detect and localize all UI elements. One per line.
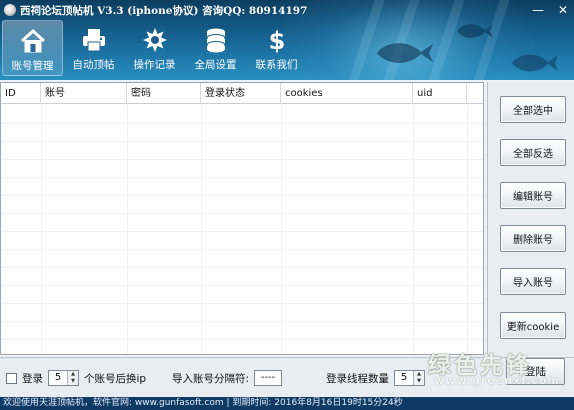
stepper-up-icon[interactable]: ▲ (68, 371, 78, 378)
grid-line (1, 195, 483, 196)
grid-line (467, 105, 468, 354)
account-table[interactable]: ID 账号 密码 登录状态 cookies uid (0, 82, 484, 355)
login-thread-option: 登录线程数量 5 ▲ ▼ (326, 370, 430, 386)
accounts-per-ip-value[interactable]: 5 (49, 371, 67, 385)
window-controls: — ✕ (532, 3, 568, 17)
invert-select-button[interactable]: 全部反选 (500, 139, 566, 166)
toolbar-label: 账号管理 (11, 60, 54, 72)
import-separator-field[interactable]: ---- (254, 370, 283, 386)
grid-line (1, 285, 483, 286)
window-title-bar: 西祠论坛顶帖机 V3.3 (iphone协议) 咨询QQ: 80914197 (4, 2, 307, 18)
printer-icon (79, 26, 109, 54)
login-switch-ip-option: 登录 5 ▲ ▼ 个账号后换ip (6, 370, 146, 386)
delete-account-button[interactable]: 删除账号 (500, 225, 566, 252)
grid-line (1, 321, 483, 322)
grid-line (127, 105, 128, 354)
column-header-password[interactable]: 密码 (127, 83, 201, 104)
column-header-cookies[interactable]: cookies (281, 83, 413, 104)
grid-line (41, 105, 42, 354)
stepper-down-icon[interactable]: ▼ (68, 378, 78, 385)
toolbar-account-manage-button[interactable]: 账号管理 (2, 20, 63, 76)
toolbar-label: 联系我们 (255, 59, 298, 71)
fish-decoration-icon (457, 24, 493, 38)
fish-decoration-icon (512, 54, 558, 72)
main-toolbar: 账号管理 自动顶帖 操作记录 全局设置 $ 联系我们 (2, 20, 307, 76)
grid-line (1, 213, 483, 214)
import-account-button[interactable]: 导入账号 (500, 268, 566, 295)
accounts-per-ip-stepper[interactable]: 5 ▲ ▼ (48, 370, 79, 386)
grid-line (1, 339, 483, 340)
grid-line (201, 105, 202, 354)
grid-line (1, 141, 483, 142)
switch-ip-label: 个账号后换ip (84, 372, 147, 385)
login-thread-stepper[interactable]: 5 ▲ ▼ (394, 370, 425, 386)
column-header-account[interactable]: 账号 (41, 83, 127, 104)
grid-line (1, 267, 483, 268)
table-body (1, 105, 483, 354)
toolbar-label: 自动顶帖 (72, 59, 115, 71)
app-logo-icon (4, 4, 16, 16)
import-separator-option: 导入账号分隔符: ---- (172, 370, 283, 386)
action-panel: 全部选中 全部反选 编辑账号 删除账号 导入账号 更新cookie (487, 82, 574, 355)
grid-line (1, 177, 483, 178)
login-thread-value[interactable]: 5 (395, 371, 413, 385)
grid-line (1, 231, 483, 232)
window-title: 西祠论坛顶帖机 V3.3 (iphone协议) 咨询QQ: 80914197 (20, 4, 308, 17)
update-cookie-button[interactable]: 更新cookie (500, 312, 566, 339)
stepper-arrows: ▲ ▼ (67, 371, 78, 385)
stepper-down-icon[interactable]: ▼ (414, 378, 424, 385)
dollar-icon: $ (262, 26, 292, 54)
grid-line (1, 159, 483, 160)
gear-burst-icon (140, 26, 170, 54)
header-banner: 西祠论坛顶帖机 V3.3 (iphone协议) 咨询QQ: 80914197 —… (0, 0, 574, 80)
status-bar: 欢迎使用天涯顶帖机，软件官网: www.gunfasoft.com | 到期时间… (0, 397, 574, 410)
table-header: ID 账号 密码 登录状态 cookies uid (1, 83, 483, 104)
login-thread-label: 登录线程数量 (326, 372, 389, 385)
grid-line (281, 105, 282, 354)
toolbar-label: 操作记录 (133, 59, 176, 71)
login-checkbox[interactable] (6, 372, 17, 384)
column-header-id[interactable]: ID (1, 83, 41, 104)
toolbar-contact-button[interactable]: $ 联系我们 (246, 20, 307, 76)
database-stack-icon (201, 26, 231, 54)
import-separator-label: 导入账号分隔符: (172, 372, 250, 385)
toolbar-label: 全局设置 (194, 59, 237, 71)
login-button[interactable]: 登陆 (506, 358, 565, 385)
grid-line (1, 249, 483, 250)
login-label: 登录 (22, 372, 43, 385)
options-bar: 登录 5 ▲ ▼ 个账号后换ip 导入账号分隔符: ---- 登录线程数量 5 … (0, 357, 574, 397)
edit-account-button[interactable]: 编辑账号 (500, 182, 566, 209)
grid-line (413, 105, 414, 354)
column-header-uid[interactable]: uid (413, 83, 467, 104)
close-button[interactable]: ✕ (558, 3, 568, 17)
minimize-button[interactable]: — (532, 3, 544, 17)
svg-text:$: $ (268, 27, 285, 53)
grid-line (1, 303, 483, 304)
grid-line (1, 123, 483, 124)
toolbar-log-button[interactable]: 操作记录 (124, 20, 185, 76)
toolbar-global-settings-button[interactable]: 全局设置 (185, 20, 246, 76)
house-icon (18, 27, 48, 55)
fish-decoration-icon (377, 43, 433, 63)
column-header-login-status[interactable]: 登录状态 (201, 83, 281, 104)
stepper-up-icon[interactable]: ▲ (414, 371, 424, 378)
toolbar-auto-bump-button[interactable]: 自动顶帖 (63, 20, 124, 76)
select-all-button[interactable]: 全部选中 (500, 96, 566, 123)
stepper-arrows: ▲ ▼ (413, 371, 424, 385)
